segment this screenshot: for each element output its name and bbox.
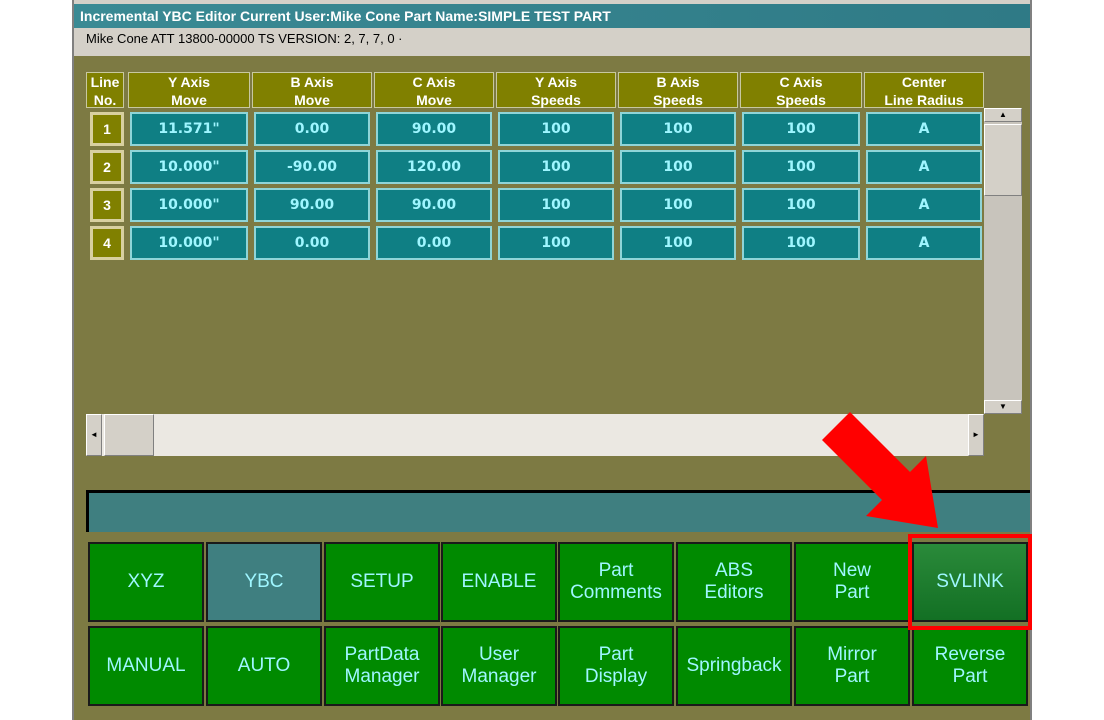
grid-cell[interactable]: 100 (742, 112, 860, 146)
grid-cell[interactable]: 0.00 (254, 112, 370, 146)
grid-cell[interactable]: 90.00 (376, 112, 492, 146)
new-part-button[interactable]: New Part (794, 542, 910, 622)
horizontal-scroll-thumb[interactable] (104, 414, 154, 456)
grid-cell[interactable]: 120.00 (376, 150, 492, 184)
scroll-right-button[interactable]: ► (968, 414, 984, 456)
grid-cell[interactable]: 100 (498, 112, 614, 146)
column-header: Center Line Radius (864, 72, 984, 108)
grid-cell[interactable]: 100 (498, 226, 614, 260)
column-header: B Axis Move (252, 72, 372, 108)
grid-cell[interactable]: 100 (620, 112, 736, 146)
grid-cell[interactable]: A (866, 226, 982, 260)
scroll-left-button[interactable]: ◄ (86, 414, 102, 456)
grid-cell[interactable]: 100 (620, 150, 736, 184)
title-bar: Incremental YBC Editor Current User:Mike… (74, 4, 1030, 28)
xyz-button[interactable]: XYZ (88, 542, 204, 622)
grid-cell[interactable]: 0.00 (376, 226, 492, 260)
abs-editors-button[interactable]: ABS Editors (676, 542, 792, 622)
column-header: Y Axis Speeds (496, 72, 616, 108)
grid-cell[interactable]: 90.00 (376, 188, 492, 222)
line-number[interactable]: 3 (90, 188, 124, 222)
scroll-up-button[interactable]: ▲ (984, 108, 1022, 122)
ybc-button[interactable]: YBC (206, 542, 322, 622)
reverse-part-button[interactable]: Reverse Part (912, 626, 1028, 706)
partdata-manager-button[interactable]: PartData Manager (324, 626, 440, 706)
grid-cell[interactable]: 11.571" (130, 112, 248, 146)
auto-button[interactable]: AUTO (206, 626, 322, 706)
grid-cell[interactable]: A (866, 150, 982, 184)
grid-cell[interactable]: 90.00 (254, 188, 370, 222)
setup-button[interactable]: SETUP (324, 542, 440, 622)
grid-cell[interactable]: 100 (498, 188, 614, 222)
info-bar: Mike Cone ATT 13800-00000 TS VERSION: 2,… (74, 28, 1030, 50)
user-manager-button[interactable]: User Manager (441, 626, 557, 706)
grid-cell[interactable]: 100 (620, 188, 736, 222)
vertical-scrollbar[interactable]: ▲ ▼ (984, 108, 1022, 414)
line-number[interactable]: 2 (90, 150, 124, 184)
line-number[interactable]: 4 (90, 226, 124, 260)
column-header: Y Axis Move (128, 72, 250, 108)
vertical-scroll-thumb[interactable] (984, 124, 1022, 196)
grid-cell[interactable]: A (866, 188, 982, 222)
mirror-part-button[interactable]: Mirror Part (794, 626, 910, 706)
grid-cell[interactable]: 10.000" (130, 188, 248, 222)
grid-cell[interactable]: 100 (498, 150, 614, 184)
enable-button[interactable]: ENABLE (441, 542, 557, 622)
grid-cell[interactable]: 10.000" (130, 226, 248, 260)
grid-cell[interactable]: 0.00 (254, 226, 370, 260)
grid-cell[interactable]: A (866, 112, 982, 146)
grid-cell[interactable]: 100 (742, 226, 860, 260)
springback-button[interactable]: Springback (676, 626, 792, 706)
part-display-button[interactable]: Part Display (558, 626, 674, 706)
manual-button[interactable]: MANUAL (88, 626, 204, 706)
grid-cell[interactable]: 100 (742, 150, 860, 184)
grid-cell[interactable]: -90.00 (254, 150, 370, 184)
column-header: Line No. (86, 72, 124, 108)
svlink-highlight-box (908, 534, 1032, 630)
column-header: C Axis Move (374, 72, 494, 108)
part-comments-button[interactable]: Part Comments (558, 542, 674, 622)
grid-cell[interactable]: 10.000" (130, 150, 248, 184)
grid-cell[interactable]: 100 (742, 188, 860, 222)
scroll-down-button[interactable]: ▼ (984, 400, 1022, 414)
pointer-arrow-icon (822, 412, 938, 528)
column-header: B Axis Speeds (618, 72, 738, 108)
grid-cell[interactable]: 100 (620, 226, 736, 260)
column-header: C Axis Speeds (740, 72, 862, 108)
line-number[interactable]: 1 (90, 112, 124, 146)
